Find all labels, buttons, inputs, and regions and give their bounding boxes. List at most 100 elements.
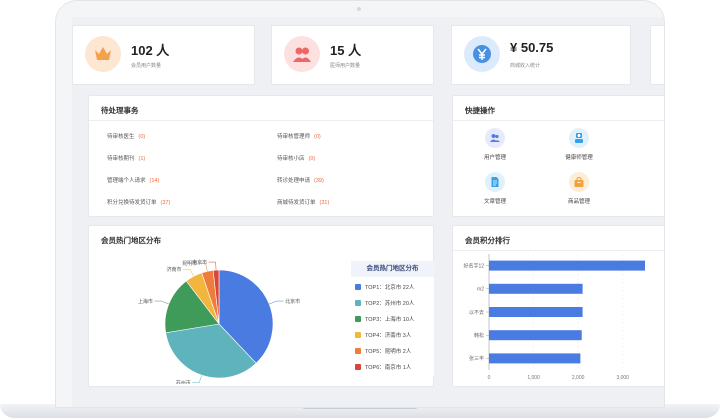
quick-user-management[interactable]: 用户管理 [465,128,525,161]
y-tick-label: m2 [477,287,484,293]
quick-action-label: 健康师管理 [565,155,593,161]
todo-item-personal-request[interactable]: 管理端个人请求 (14) [107,176,159,184]
legend-item[interactable]: TOP6：南京市 1人 [355,363,411,371]
laptop-screen-bezel: 102 人 会员用户数量 15 人 医师用户数量 ¥ 50.75 商城收入统计 … [55,0,665,408]
bar[interactable] [489,260,645,271]
health-manager-icon [569,128,589,148]
pie-label-line [269,300,284,305]
users-icon [284,36,320,72]
divider [89,120,433,121]
pie-chart: 北京市苏州市上海市济南市昆明市南京市 [138,259,300,384]
y-tick-label: 好名字12 [463,262,484,269]
legend-label: TOP2：苏州市 20人 [365,301,415,307]
x-tick-label: 0 [488,375,491,381]
todo-item-points-orders[interactable]: 积分兑换待发货订单 (37) [107,198,170,206]
stat-label: 会员用户数量 [131,63,162,69]
bar[interactable] [489,307,583,317]
pie-slice-label: 北京市 [285,298,300,305]
legend-swatch [355,348,361,354]
stat-card-members: 102 人 会员用户数量 [72,25,255,85]
todo-item-manager[interactable]: 待审核管理师 (0) [277,132,321,140]
bar[interactable] [489,283,583,294]
todo-label: 转诊处理申请 [277,178,311,184]
quick-article-management[interactable]: 文章管理 [465,172,525,205]
pie-slice-label: 苏州市 [176,380,191,384]
todo-count: (31) [319,200,330,206]
quick-health-manager[interactable]: 健康师管理 [549,128,609,161]
legend-label: TOP4：济南市 3人 [365,333,412,339]
todo-count: (39) [314,178,324,184]
pie-slice-label: 济南市 [166,266,181,273]
todo-item-doctor[interactable]: 待审核医生 (0) [107,132,145,140]
legend-swatch [355,364,361,370]
crown-icon [85,36,121,72]
dashboard-screen: 102 人 会员用户数量 15 人 医师用户数量 ¥ 50.75 商城收入统计 … [72,17,664,407]
todo-count: (0) [308,156,316,162]
pie-label-line [192,375,202,384]
todo-item-shop[interactable]: 待审核小店 (0) [277,154,315,162]
pie-label-line [154,300,169,305]
divider [453,250,664,251]
todo-item-mall-orders[interactable]: 商城待发货订单 (31) [277,198,329,206]
pie-slice-label: 南京市 [192,259,207,266]
todo-label: 待审核小店 [277,156,305,162]
legend-label: TOP6：南京市 1人 [365,365,412,371]
todo-card: 待处理事务 待审核医生 (0) 待审核管理师 (0) 待审核期刊 (1) 待审核小店(… [88,95,434,217]
quick-action-label: 文章管理 [483,199,506,205]
y-tick-label: 张三丰 [469,355,484,362]
legend-item[interactable]: TOP1：北京市 22人 [355,283,414,291]
todo-count: (14) [149,178,160,184]
todo-label: 待审核期刊 [107,156,135,162]
todo-count: (0) [138,134,146,140]
todo-label: 待审核医生 [107,134,135,140]
region-distribution-card: 会员热门地区分布 北京市 苏州市 上海市 济南市 昆明市 南京市 会员热门地区分布 TOP… [88,225,434,387]
pie-label-line [182,268,194,277]
legend-item[interactable]: TOP2：苏州市 20人 [355,299,414,307]
stat-card-partial [650,25,664,85]
bar[interactable] [489,330,582,341]
stat-value: ¥ 50.75 [510,40,554,55]
product-box-icon [569,172,589,192]
stat-label: 医师用户数量 [330,63,361,69]
quick-action-label: 用户管理 [483,155,506,161]
todo-label: 管理端个人请求 [107,178,146,184]
quick-product-management[interactable]: 商品管理 [549,172,609,205]
todo-item-journal[interactable]: 待审核期刊 (1) [107,154,145,162]
points-ranking-card: 会员积分排行 0 1,000 2,000 3,000 好名字12 m2 以不去韩松张三丰 [452,225,664,387]
legend-swatch [355,284,361,290]
stat-card-revenue: ¥ 50.75 商城收入统计 [451,25,631,85]
document-icon [485,172,505,192]
stat-card-doctors: 15 人 医师用户数量 [271,25,434,85]
legend-title: 会员热门地区分布 [351,261,434,277]
todo-count: (0) [314,134,321,140]
legend-label: TOP3：上海市 10人 [365,317,415,323]
quick-actions-title: 快捷操作 [465,106,495,115]
legend-swatch [355,332,361,338]
todo-label: 积分兑换待发货订单 [107,200,157,206]
yen-icon [464,36,500,72]
todo-label: 待审核管理师 [277,134,311,140]
ranking-card-title: 会员积分排行 [465,236,510,245]
camera-dot [357,7,361,11]
bar[interactable] [489,353,581,364]
x-tick-label: 3,000 [616,375,629,381]
todo-item-referral[interactable]: 转诊处理申请 (39) [277,176,324,184]
todo-label: 商城待发货订单 [277,200,316,206]
pie-legend: 会员热门地区分布 TOP1：北京市 22人 TOP2：苏州市 20人 TOP3：上海… [351,261,434,376]
region-card-title: 会员热门地区分布 [101,236,161,245]
legend-item[interactable]: TOP4：济南市 3人 [355,331,411,339]
x-tick-label: 1,000 [527,375,540,381]
stat-value: 102 人 [131,43,170,58]
legend-label: TOP5：昆明市 2人 [365,349,412,355]
legend-swatch [355,316,361,322]
quick-action-label: 商品管理 [567,199,590,205]
user-group-icon [485,128,505,148]
x-tick-label: 2,000 [572,375,585,381]
y-tick-label: 韩松 [474,332,484,339]
stat-label: 商城收入统计 [510,63,541,69]
pie-slice-label: 上海市 [138,298,153,305]
legend-item[interactable]: TOP3：上海市 10人 [355,315,414,323]
y-tick-label: 以不去 [469,309,484,316]
todo-count: (37) [160,200,171,206]
legend-item[interactable]: TOP5：昆明市 2人 [355,347,411,355]
